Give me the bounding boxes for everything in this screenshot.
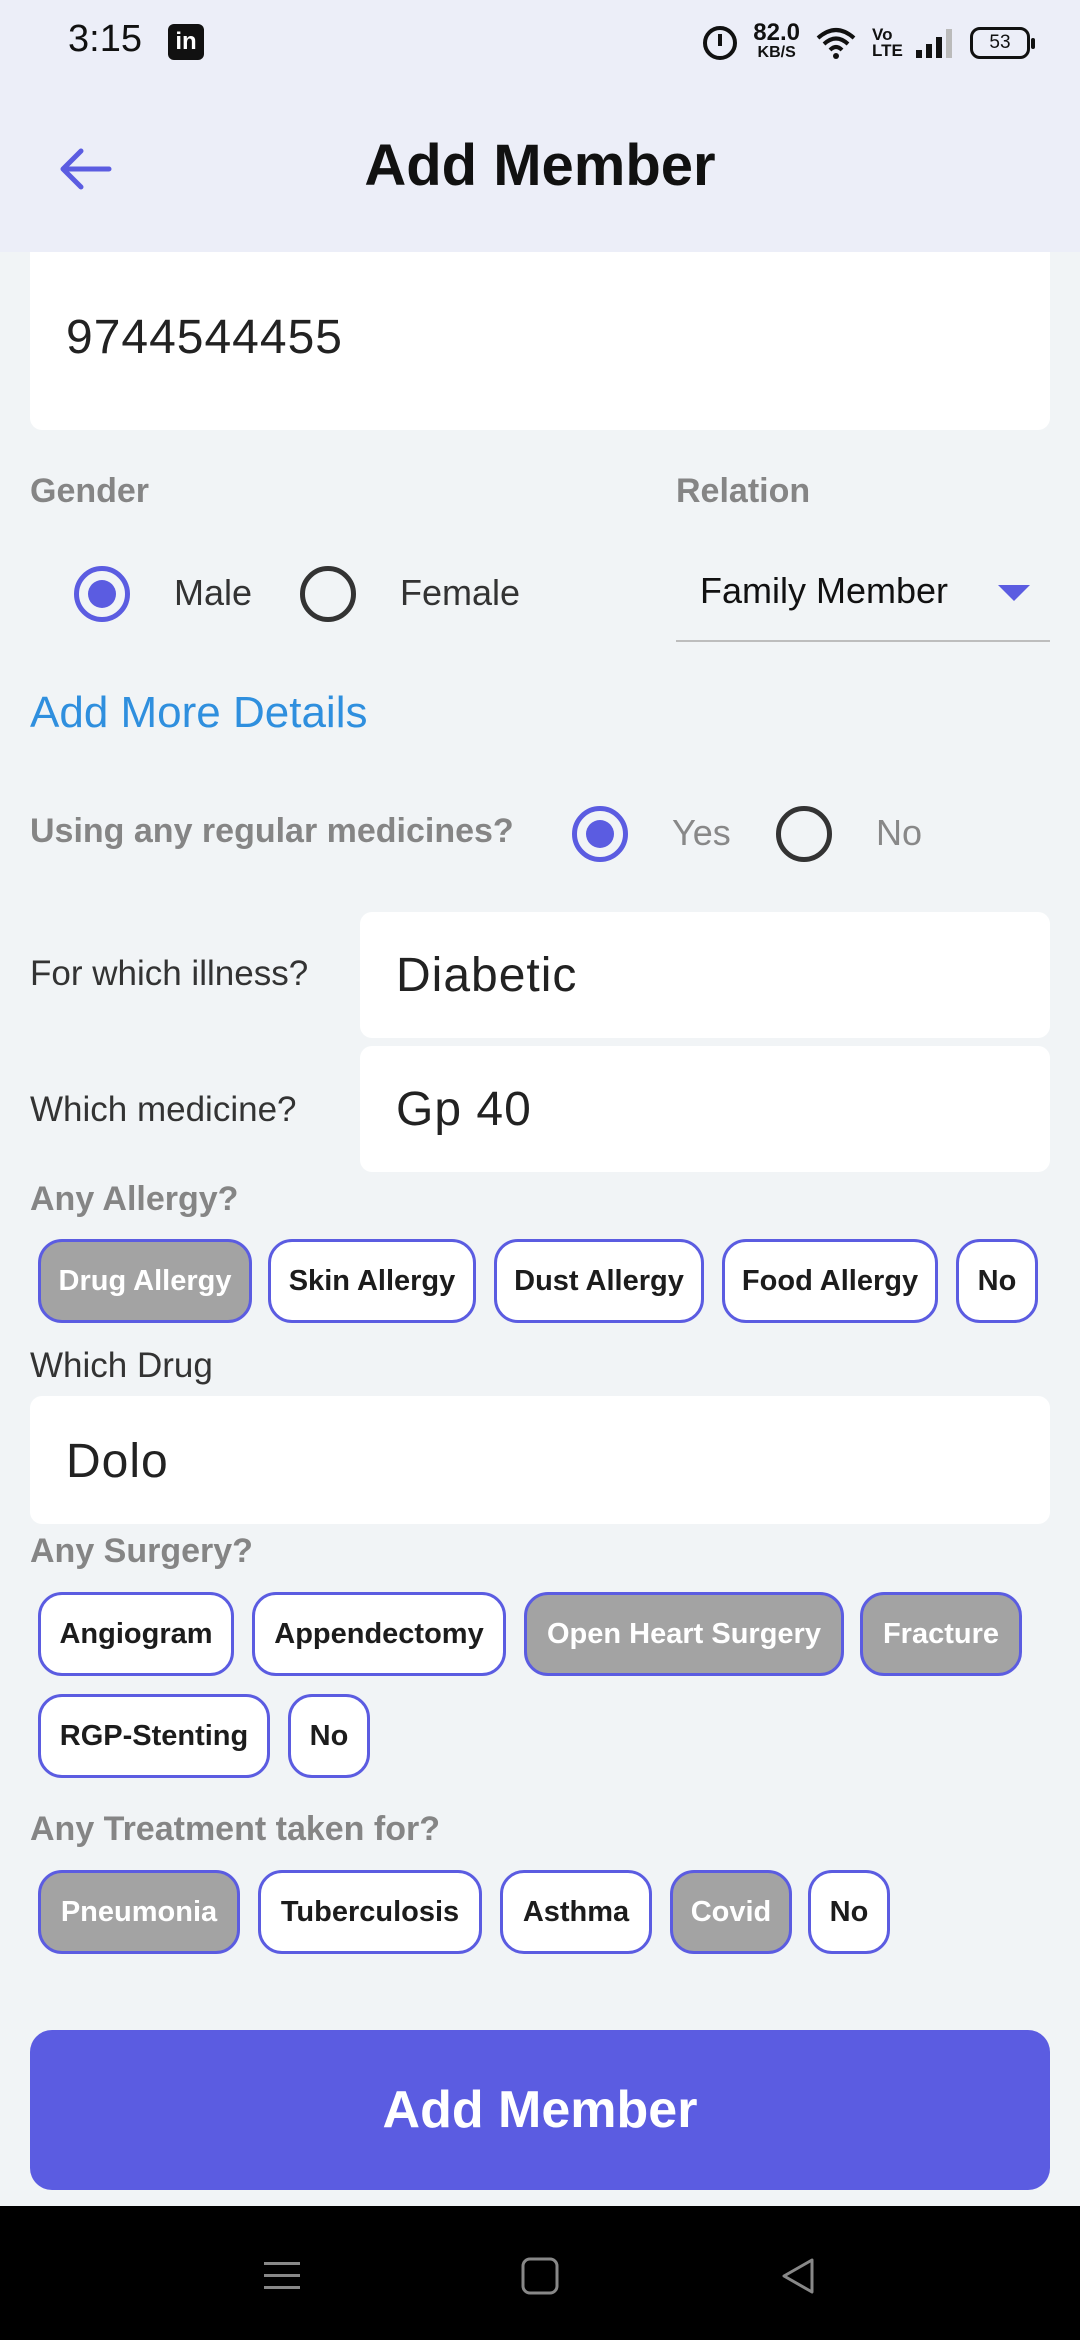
medicine-label: Which medicine? — [30, 1090, 297, 1129]
page-title: Add Member — [364, 133, 716, 198]
allergy-label: Any Allergy? — [30, 1180, 239, 1218]
surgery-label: Any Surgery? — [30, 1532, 253, 1570]
battery-icon: 53 — [970, 27, 1035, 59]
medicines-question: Using any regular medicines? — [30, 812, 514, 850]
treatment-label: Any Treatment taken for? — [30, 1810, 440, 1848]
menu-icon — [264, 2262, 300, 2289]
network-speed-value: 82.0 — [753, 19, 800, 46]
surgery-chip[interactable]: Open Heart Surgery — [524, 1592, 844, 1676]
volte-icon: Vo LTE — [872, 25, 903, 60]
allergy-chip[interactable]: Dust Allergy — [494, 1239, 704, 1323]
back-nav-button[interactable] — [768, 2246, 828, 2306]
wifi-icon — [816, 28, 856, 59]
phone-field[interactable]: 9744544455 — [30, 252, 1050, 430]
linkedin-icon: in — [168, 24, 204, 60]
signal-icon — [916, 29, 952, 58]
treatment-chip[interactable]: Pneumonia — [38, 1870, 240, 1954]
status-icons: 82.0 KB/S Vo LTE 53 — [687, 18, 1035, 68]
menu-nav-button[interactable] — [252, 2246, 312, 2306]
add-member-button[interactable]: Add Member — [30, 2030, 1050, 2190]
surgery-chip[interactable]: Appendectomy — [252, 1592, 506, 1676]
system-nav-bar — [0, 2206, 1080, 2340]
home-nav-button[interactable] — [510, 2246, 570, 2306]
phone-value: 9744544455 — [66, 311, 343, 364]
dropdown-underline — [676, 640, 1050, 642]
allergy-chip[interactable]: Drug Allergy — [38, 1239, 252, 1323]
gender-label: Gender — [30, 472, 150, 510]
chevron-down-icon — [998, 585, 1030, 601]
illness-input[interactable]: Diabetic — [360, 912, 1050, 1038]
medicines-radio-yes[interactable] — [572, 806, 628, 862]
illness-label: For which illness? — [30, 954, 309, 993]
surgery-chip[interactable]: Angiogram — [38, 1592, 234, 1676]
allergy-chip[interactable]: Food Allergy — [722, 1239, 938, 1323]
surgery-chip[interactable]: RGP-Stenting — [38, 1694, 270, 1778]
add-more-details-link[interactable]: Add More Details — [30, 688, 367, 738]
surgery-chip[interactable]: Fracture — [860, 1592, 1022, 1676]
relation-value: Family Member — [700, 570, 949, 611]
gender-male-label: Male — [174, 572, 253, 613]
allergy-chip[interactable]: No — [956, 1239, 1038, 1323]
medicines-yes-label: Yes — [672, 812, 731, 853]
gender-radio-female[interactable] — [300, 566, 356, 622]
illness-value: Diabetic — [396, 949, 578, 1002]
treatment-chip[interactable]: No — [808, 1870, 890, 1954]
relation-label: Relation — [676, 472, 811, 510]
medicine-input[interactable]: Gp 40 — [360, 1046, 1050, 1172]
network-speed: 82.0 KB/S — [753, 21, 800, 63]
alarm-icon — [703, 26, 738, 60]
treatment-chip[interactable]: Covid — [670, 1870, 792, 1954]
drug-input[interactable]: Dolo — [30, 1396, 1050, 1524]
treatment-chip[interactable]: Tuberculosis — [258, 1870, 482, 1954]
allergy-chip[interactable]: Skin Allergy — [268, 1239, 476, 1323]
back-triangle-icon — [782, 2258, 814, 2294]
gender-radio-male[interactable] — [74, 566, 130, 622]
medicines-no-label: No — [876, 812, 923, 853]
network-speed-unit: KB/S — [757, 44, 796, 61]
app-bar: Add Member — [0, 84, 1080, 252]
status-time: 3:15 — [68, 18, 142, 60]
gender-female-label: Female — [400, 572, 521, 613]
drug-label: Which Drug — [30, 1346, 213, 1385]
medicine-value: Gp 40 — [396, 1083, 532, 1136]
home-square-icon — [521, 2257, 559, 2295]
surgery-chip[interactable]: No — [288, 1694, 370, 1778]
treatment-chip[interactable]: Asthma — [500, 1870, 652, 1954]
drug-value: Dolo — [66, 1435, 169, 1488]
medicines-radio-no[interactable] — [776, 806, 832, 862]
status-bar: 3:15 in 82.0 KB/S Vo LTE 53 — [0, 0, 1080, 84]
